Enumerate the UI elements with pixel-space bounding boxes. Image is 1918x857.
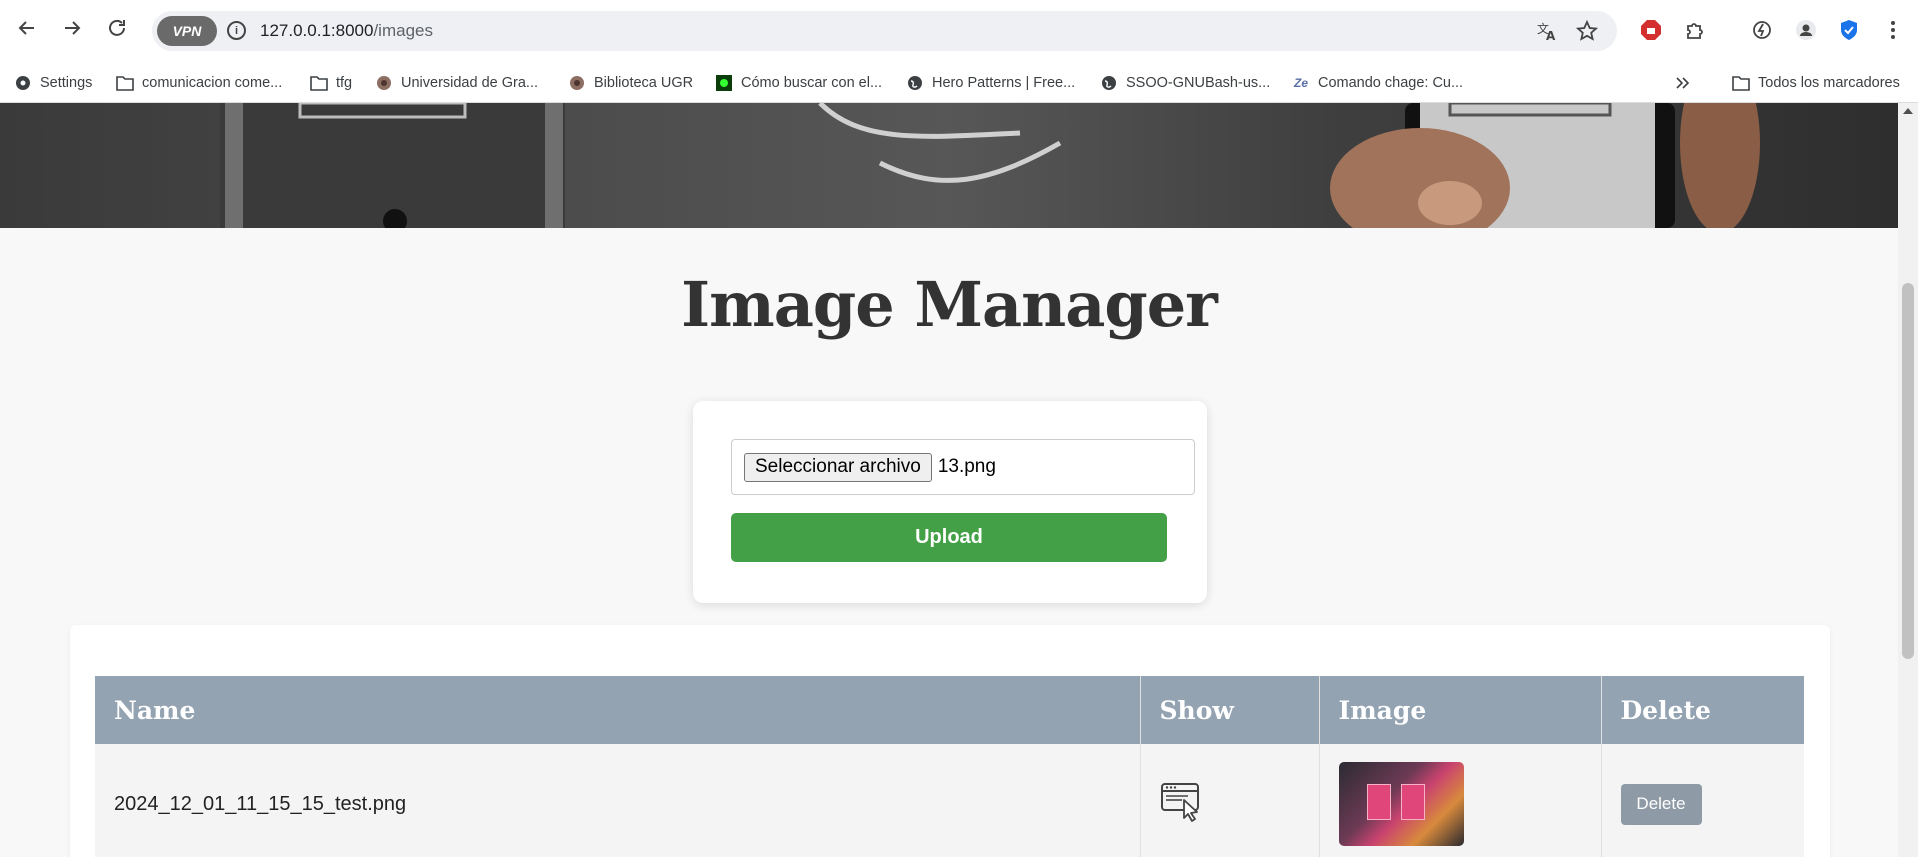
show-cell <box>1140 744 1320 857</box>
all-bookmarks-label: Todos los marcadores <box>1758 75 1900 91</box>
bookmark-label: comunicacion come... <box>142 75 283 91</box>
menu-dots-icon[interactable] <box>1880 17 1906 43</box>
column-header-name: Name <box>95 676 1141 744</box>
scroll-up-arrow-icon[interactable] <box>1903 108 1913 114</box>
column-header-delete: Delete <box>1601 676 1804 744</box>
bookmark-label: tfg <box>336 75 353 91</box>
bookmark-label: Settings <box>40 75 93 91</box>
vertical-scrollbar[interactable] <box>1898 103 1918 857</box>
images-table: Name Show Image Delete 2024_12_01_11_15_… <box>95 676 1804 857</box>
globe-icon <box>1100 74 1118 92</box>
bookmark-label: Universidad de Gra... <box>401 75 539 91</box>
image-thumbnail-cell <box>1319 744 1602 857</box>
bookmark-universidad[interactable]: Universidad de Gra... <box>375 72 538 94</box>
globe-icon <box>906 74 924 92</box>
folder-icon <box>1732 74 1750 92</box>
folder-icon <box>116 74 134 92</box>
adblock-extension-icon[interactable] <box>1638 17 1664 43</box>
all-bookmarks-folder[interactable]: Todos los marcadores <box>1732 72 1900 94</box>
thumbnail-panel <box>1400 784 1425 820</box>
bookmark-hero-patterns[interactable]: Hero Patterns | Free... <box>906 72 1075 94</box>
folder-icon <box>310 74 328 92</box>
scrollbar-thumb[interactable] <box>1902 283 1914 659</box>
crest-icon <box>375 74 393 92</box>
bookmark-comunicacion[interactable]: comunicacion come... <box>116 72 282 94</box>
profile-avatar-icon[interactable] <box>1793 17 1819 43</box>
image-thumbnail[interactable] <box>1338 762 1464 846</box>
browser-toolbar: VPN i 127.0.0.1:8000/images 文A <box>0 0 1918 62</box>
extensions-puzzle-icon[interactable] <box>1682 17 1708 43</box>
bookmark-label: Comando chage: Cu... <box>1318 75 1464 91</box>
thumbnail-panel <box>1366 784 1391 820</box>
page-viewport: Image Manager Seleccionar archivo 13.png… <box>0 103 1898 857</box>
window-cursor-icon[interactable] <box>1160 780 1202 828</box>
bookmark-comando-chage[interactable]: Ze Comando chage: Cu... <box>1292 72 1463 94</box>
delete-button[interactable]: Delete <box>1620 783 1702 825</box>
translate-icon[interactable]: 文A <box>1535 19 1559 43</box>
column-header-show: Show <box>1140 676 1320 744</box>
shield-extension-icon[interactable] <box>1836 17 1862 43</box>
file-input[interactable]: Seleccionar archivo 13.png <box>731 439 1195 495</box>
more-bookmarks-chevron-icon[interactable] <box>1674 72 1690 94</box>
image-name-cell: 2024_12_01_11_15_15_test.png <box>95 744 1141 857</box>
url-host: 127.0.0.1:8000 <box>260 21 374 40</box>
bookmark-biblioteca[interactable]: Biblioteca UGR <box>568 72 693 94</box>
ze-icon: Ze <box>1293 76 1308 90</box>
hero-banner-image <box>0 103 1898 228</box>
crest-icon <box>568 74 586 92</box>
bookmark-label: Hero Patterns | Free... <box>932 75 1076 91</box>
performance-icon[interactable] <box>1749 17 1775 43</box>
selected-file-name: 13.png <box>937 456 996 477</box>
bookmark-label: SSOO-GNUBash-us... <box>1126 75 1271 91</box>
column-header-image: Image <box>1319 676 1602 744</box>
bookmark-label: Cómo buscar con el... <box>741 75 883 91</box>
bookmark-star-icon[interactable] <box>1575 19 1599 43</box>
bookmark-como-buscar[interactable]: Cómo buscar con el... <box>715 72 882 94</box>
table-row: 2024_12_01_11_15_15_test.png Delete <box>95 744 1804 857</box>
bookmarks-bar: Settings comunicacion come... tfg Univer… <box>0 62 1918 103</box>
back-icon[interactable] <box>13 14 41 42</box>
bookmark-label: Biblioteca UGR <box>594 75 694 91</box>
green-square-icon <box>715 74 733 92</box>
url-path: /images <box>373 21 433 40</box>
upload-button[interactable]: Upload <box>731 513 1167 562</box>
svg-text:A: A <box>1546 29 1556 42</box>
gear-icon <box>14 74 32 92</box>
bookmark-settings[interactable]: Settings <box>14 72 92 94</box>
upload-form: Seleccionar archivo 13.png Upload <box>693 401 1207 603</box>
delete-cell: Delete <box>1601 744 1804 857</box>
vpn-badge[interactable]: VPN <box>157 16 217 46</box>
reload-icon[interactable] <box>103 14 131 42</box>
images-table-card: Name Show Image Delete 2024_12_01_11_15_… <box>70 625 1830 857</box>
bookmark-ssoo[interactable]: SSOO-GNUBash-us... <box>1100 72 1270 94</box>
site-info-icon[interactable]: i <box>227 21 246 40</box>
choose-file-button[interactable]: Seleccionar archivo <box>744 452 932 482</box>
bookmark-tfg[interactable]: tfg <box>310 72 352 94</box>
table-header-row: Name Show Image Delete <box>95 676 1804 744</box>
forward-icon[interactable] <box>58 14 86 42</box>
address-bar[interactable]: VPN i 127.0.0.1:8000/images 文A <box>152 11 1617 51</box>
page-title: Image Manager <box>681 268 1218 341</box>
url-text[interactable]: 127.0.0.1:8000/images <box>260 21 433 41</box>
